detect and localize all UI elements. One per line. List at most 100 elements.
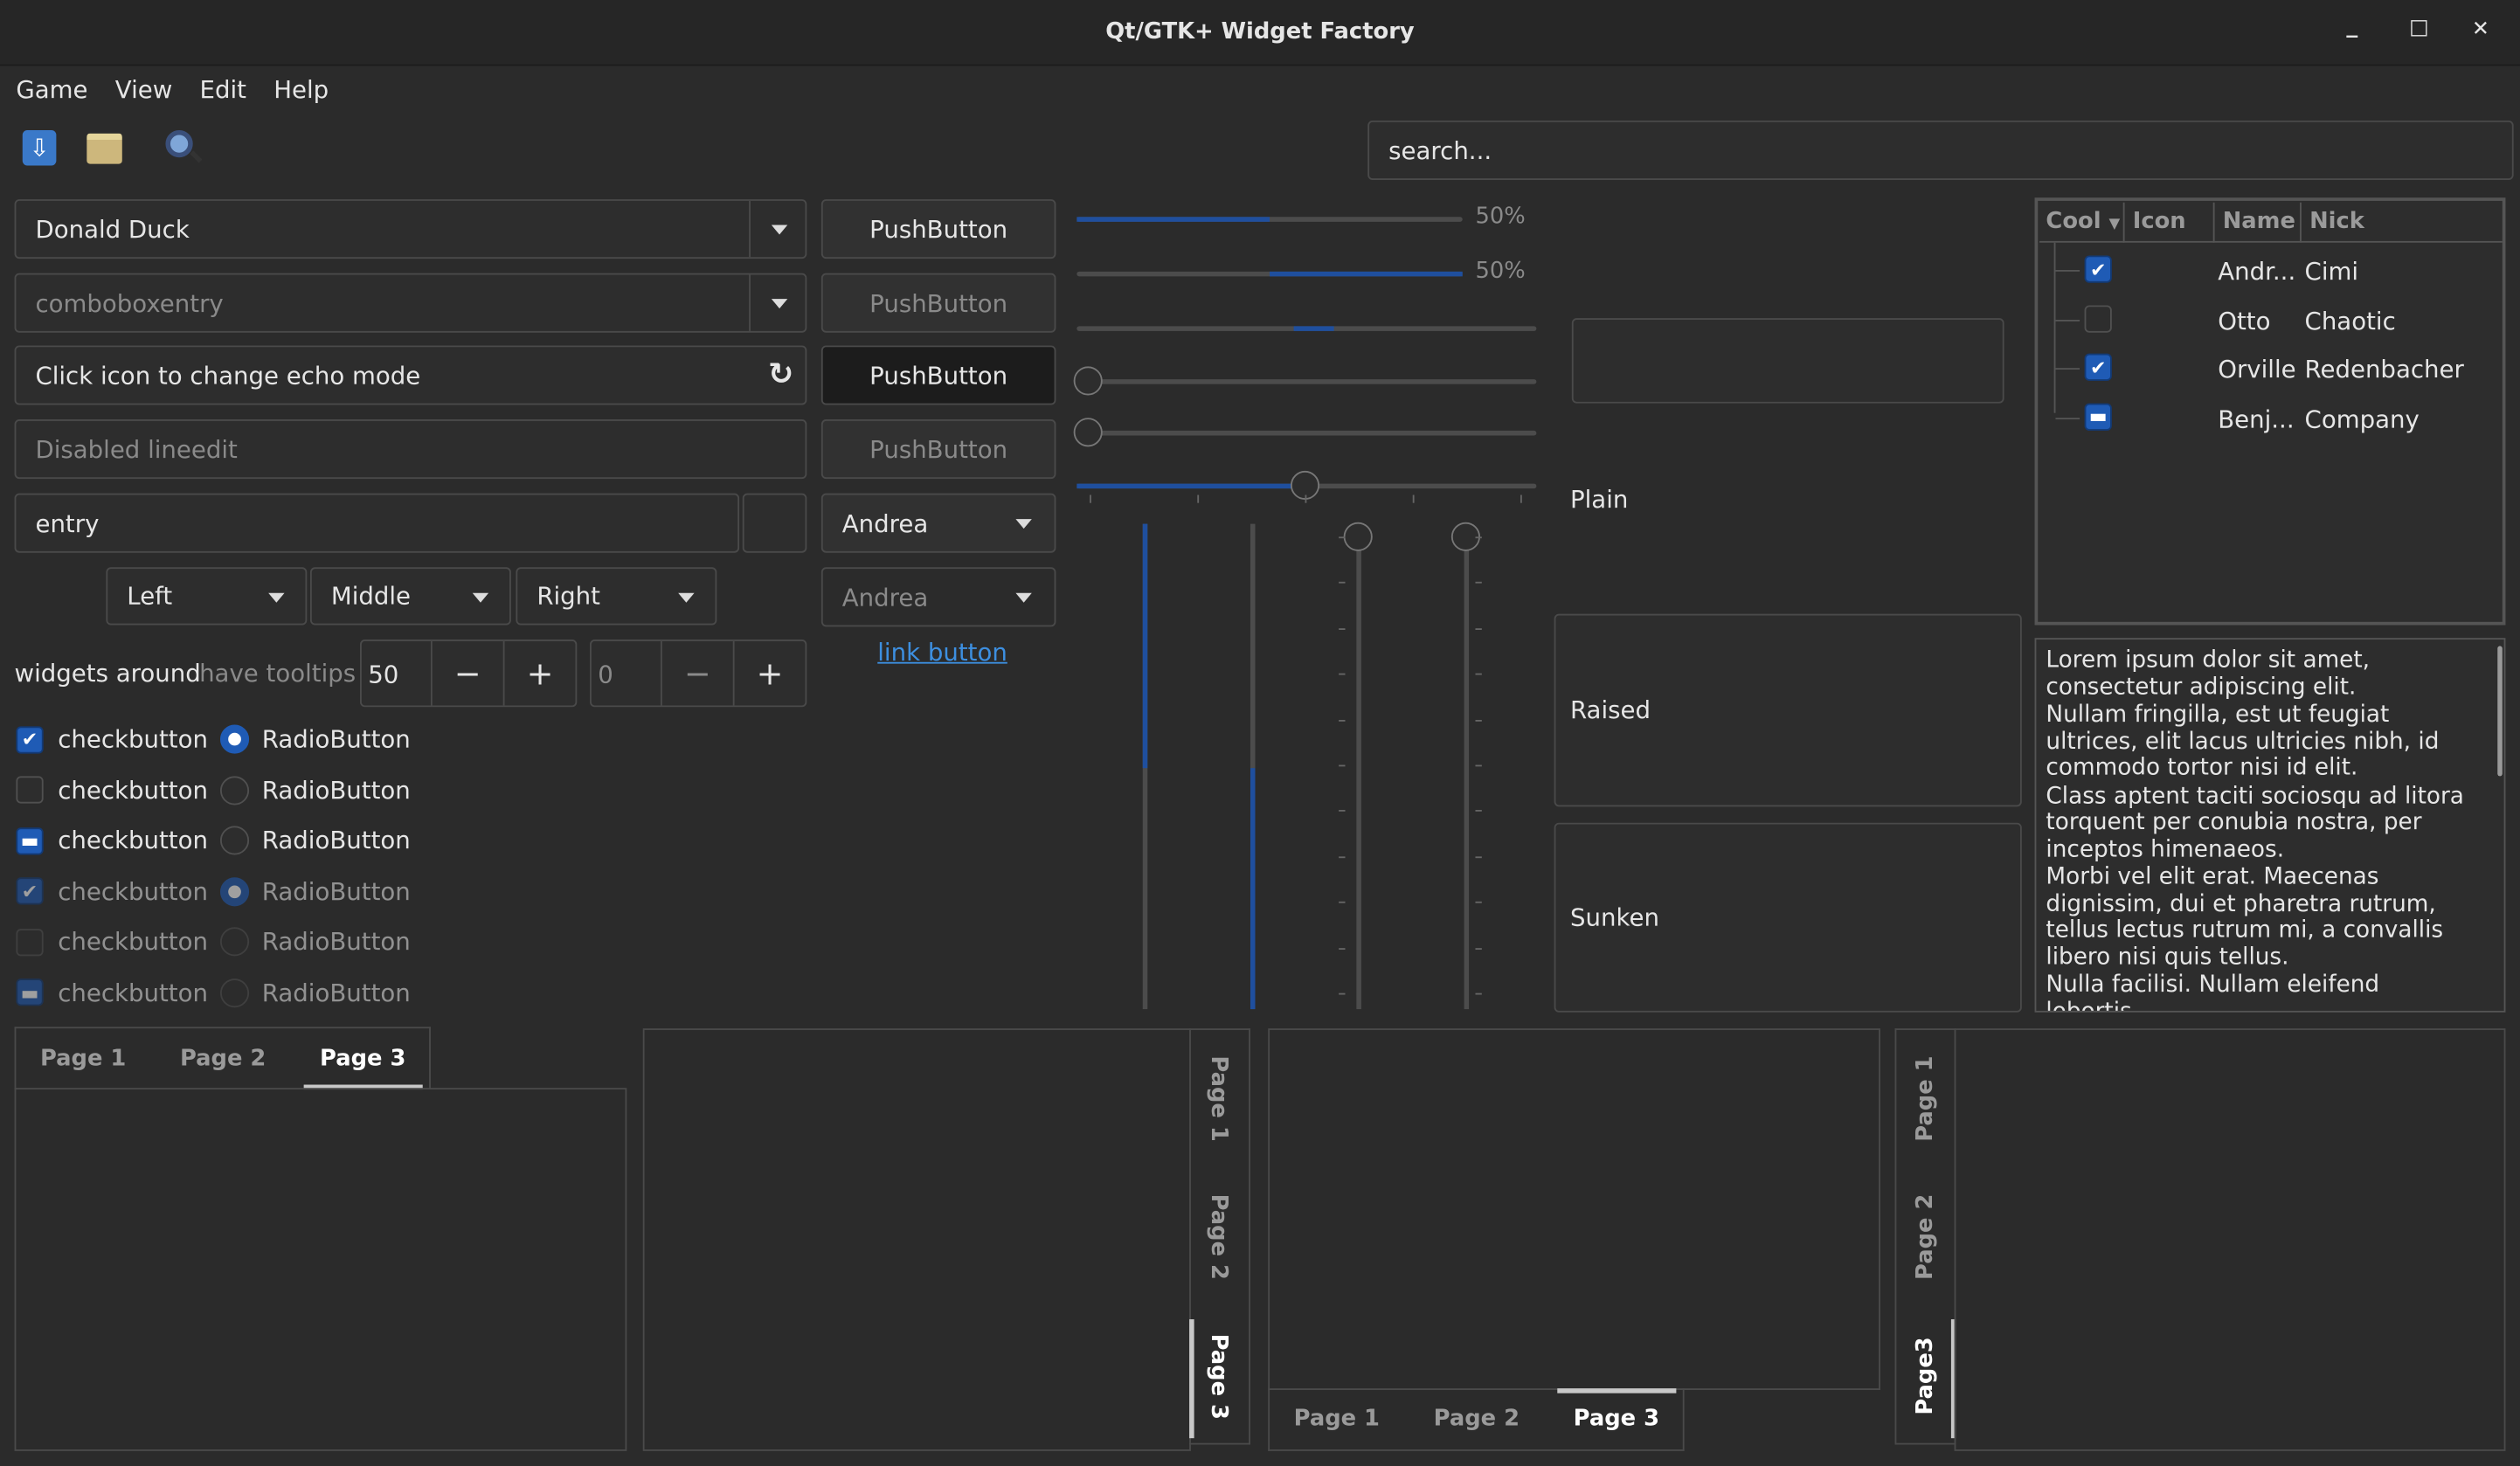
combo-andrea-disabled-value: Andrea — [841, 582, 929, 612]
entry-field[interactable]: entry — [14, 493, 740, 553]
vscale-4[interactable] — [1464, 523, 1470, 1010]
combo-andrea[interactable]: Andrea — [820, 493, 1056, 553]
dropdown-button[interactable] — [749, 200, 807, 258]
combo-left[interactable]: Left — [106, 567, 308, 626]
column-icon[interactable]: Icon — [2122, 202, 2194, 243]
tab-page-3[interactable]: Page 3 — [1205, 1334, 1230, 1420]
tab-page-2[interactable]: Page 2 — [180, 1046, 266, 1071]
tick-mark — [1339, 855, 1346, 858]
cool-checkbox[interactable]: ✔ — [2084, 353, 2112, 381]
save-icon[interactable]: ⇩ — [22, 129, 57, 166]
link-button[interactable]: link button — [877, 638, 1007, 667]
menu-game[interactable]: Game — [16, 75, 87, 104]
color-button[interactable] — [742, 493, 807, 553]
radio-unselected-icon — [219, 826, 250, 855]
scrollbar-thumb[interactable] — [2497, 646, 2503, 777]
radiobutton[interactable]: RadioButton — [219, 826, 411, 855]
menu-view[interactable]: View — [115, 75, 172, 104]
cool-checkbox[interactable]: ✔ — [2084, 255, 2112, 283]
checkbutton[interactable]: checkbutton — [16, 775, 209, 805]
tab-page-1[interactable]: Page 1 — [1294, 1406, 1380, 1431]
hscale-3[interactable] — [1077, 326, 1537, 331]
push-button-4: PushButton — [820, 419, 1056, 480]
radiobutton[interactable]: RadioButton — [219, 775, 411, 805]
vscale-3-handle[interactable] — [1343, 522, 1373, 551]
tree-cell-name: Otto — [2218, 306, 2271, 335]
radiobutton-label: RadioButton — [261, 927, 411, 957]
dropdown-button[interactable] — [749, 274, 807, 331]
column-name[interactable]: Name — [2212, 202, 2303, 243]
checkbutton[interactable]: ✔ checkbutton — [16, 725, 208, 754]
cool-checkbox[interactable] — [2084, 304, 2112, 332]
radiobutton-label: RadioButton — [261, 775, 411, 805]
menu-edit[interactable]: Edit — [200, 75, 246, 104]
tree-row[interactable]: ✔ Andr... Cimi — [2038, 252, 2501, 291]
checkbutton-label: checkbutton — [58, 775, 209, 805]
open-folder-icon[interactable] — [87, 133, 122, 164]
tree-row[interactable]: Otto Chaotic — [2038, 301, 2501, 340]
notebook-left-page — [1954, 1028, 2506, 1451]
spin-value: 0 — [598, 660, 613, 690]
menu-help[interactable]: Help — [273, 75, 329, 104]
column-cool[interactable]: Cool ▼ — [2046, 209, 2120, 234]
checkbutton-label: checkbutton — [58, 876, 209, 906]
tick-mark — [1339, 992, 1346, 995]
hscale-1[interactable] — [1077, 217, 1463, 222]
hscale-2[interactable] — [1077, 271, 1463, 277]
tab-page-3[interactable]: Page 3 — [1574, 1406, 1659, 1431]
hscale-4[interactable] — [1077, 379, 1537, 384]
plus-button[interactable]: + — [732, 640, 806, 706]
text-paragraph: Nullam fringilla, est ut feugiat ultrice… — [2046, 702, 2440, 781]
tab-page-3[interactable]: Page3 — [1913, 1337, 1938, 1414]
tree-row[interactable]: ▬ Benj... Company — [2038, 399, 2501, 438]
tab-page-2[interactable]: Page 2 — [1913, 1194, 1938, 1280]
text-paragraph: Class aptent taciti sociosqu ad litora t… — [2046, 783, 2464, 862]
search-input[interactable]: search... — [1367, 120, 2514, 181]
tick-mark — [1475, 992, 1482, 995]
disabled-lineedit: Disabled lineedit — [14, 419, 807, 480]
text-paragraph: Lorem ipsum dolor sit amet, consectetur … — [2046, 647, 2371, 701]
minimize-button[interactable]: _ — [2346, 13, 2357, 38]
refresh-icon[interactable]: ↻ — [768, 356, 793, 391]
cool-checkbox[interactable]: ▬ — [2084, 402, 2112, 431]
spinbutton[interactable]: 50 − + — [360, 640, 578, 708]
push-button-1[interactable]: PushButton — [820, 199, 1056, 259]
frame-empty — [1571, 318, 2004, 404]
hscale-5-handle[interactable] — [1073, 418, 1103, 447]
echo-mode-entry[interactable]: Click icon to change echo mode ↻ — [14, 345, 807, 405]
combo-right[interactable]: Right — [516, 567, 717, 626]
hscale-5[interactable] — [1077, 430, 1537, 436]
push-button-3[interactable]: PushButton — [820, 345, 1056, 405]
hscale-2-fill — [1270, 271, 1463, 277]
spin-value[interactable]: 50 — [368, 660, 398, 689]
comboboxentry[interactable]: comboboxentry — [14, 273, 807, 333]
tab-page-3[interactable]: Page 3 — [320, 1046, 405, 1071]
column-nick[interactable]: Nick — [2300, 202, 2372, 243]
tab-page-2[interactable]: Page 2 — [1205, 1194, 1230, 1280]
tree-view[interactable]: Cool ▼ Icon Name Nick ✔ Andr... Cimi Ott… — [2034, 197, 2506, 626]
combo-middle[interactable]: Middle — [309, 567, 511, 626]
checkbox-unchecked-icon — [16, 928, 44, 956]
hscale-4-handle[interactable] — [1073, 366, 1103, 396]
push-button-2: PushButton — [820, 273, 1056, 333]
checkbutton[interactable]: ▬ checkbutton — [16, 826, 208, 855]
tree-row[interactable]: ✔ Orville Redenbacher — [2038, 350, 2501, 389]
radiobutton[interactable]: RadioButton — [219, 724, 411, 754]
text-view[interactable]: Lorem ipsum dolor sit amet, consectetur … — [2034, 638, 2506, 1013]
minus-button[interactable]: − — [430, 640, 503, 706]
notebook-top-tabs: Page 1 Page 2 Page 3 — [14, 1027, 431, 1090]
tab-page-1[interactable]: Page 1 — [1205, 1055, 1230, 1141]
tree-header: Cool ▼ Icon Name Nick — [2039, 202, 2503, 243]
checkbutton: checkbutton — [16, 927, 208, 956]
tab-page-1[interactable]: Page 1 — [1913, 1055, 1938, 1141]
vscale-1[interactable] — [1142, 523, 1148, 1010]
plus-button[interactable]: + — [502, 640, 576, 706]
vscale-2[interactable] — [1250, 523, 1256, 1010]
close-button[interactable]: ✕ — [2472, 17, 2489, 42]
vscale-3[interactable] — [1356, 523, 1361, 1010]
maximize-button[interactable]: □ — [2409, 16, 2429, 40]
tab-page-2[interactable]: Page 2 — [1434, 1406, 1520, 1431]
tab-page-1[interactable]: Page 1 — [40, 1046, 126, 1071]
combo-donald-duck[interactable]: Donald Duck — [14, 199, 807, 259]
tick-mark — [1339, 582, 1346, 584]
